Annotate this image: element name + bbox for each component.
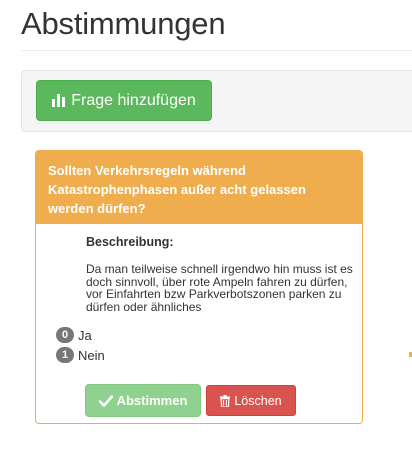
- description-label: Beschreibung:: [86, 235, 174, 249]
- vote-count-badge: 1: [56, 347, 74, 363]
- vote-button[interactable]: Abstimmen: [85, 384, 201, 417]
- page-title: Abstimmungen: [21, 6, 226, 41]
- description-text: Da man teilweise schnell irgendwo hin mu…: [86, 262, 353, 314]
- title-divider: [21, 50, 412, 51]
- poll-question: Sollten Verkehrsregeln während Katastrop…: [36, 151, 362, 224]
- bar-chart-icon: [52, 94, 66, 107]
- option-ja[interactable]: 0 Ja: [56, 327, 92, 343]
- option-nein[interactable]: 1 Nein: [56, 347, 105, 363]
- trash-icon: [220, 394, 231, 407]
- delete-button-label: Löschen: [234, 393, 282, 408]
- poll-panel: Sollten Verkehrsregeln während Katastrop…: [35, 150, 363, 424]
- add-question-button[interactable]: Frage hinzufügen: [36, 80, 212, 121]
- option-label: Ja: [78, 327, 92, 343]
- vote-count-badge: 0: [56, 327, 74, 343]
- checkmark-icon: [98, 394, 113, 407]
- vote-button-label: Abstimmen: [116, 393, 188, 408]
- option-label: Nein: [78, 347, 105, 363]
- add-question-label: Frage hinzufügen: [71, 91, 196, 109]
- delete-button[interactable]: Löschen: [206, 385, 296, 416]
